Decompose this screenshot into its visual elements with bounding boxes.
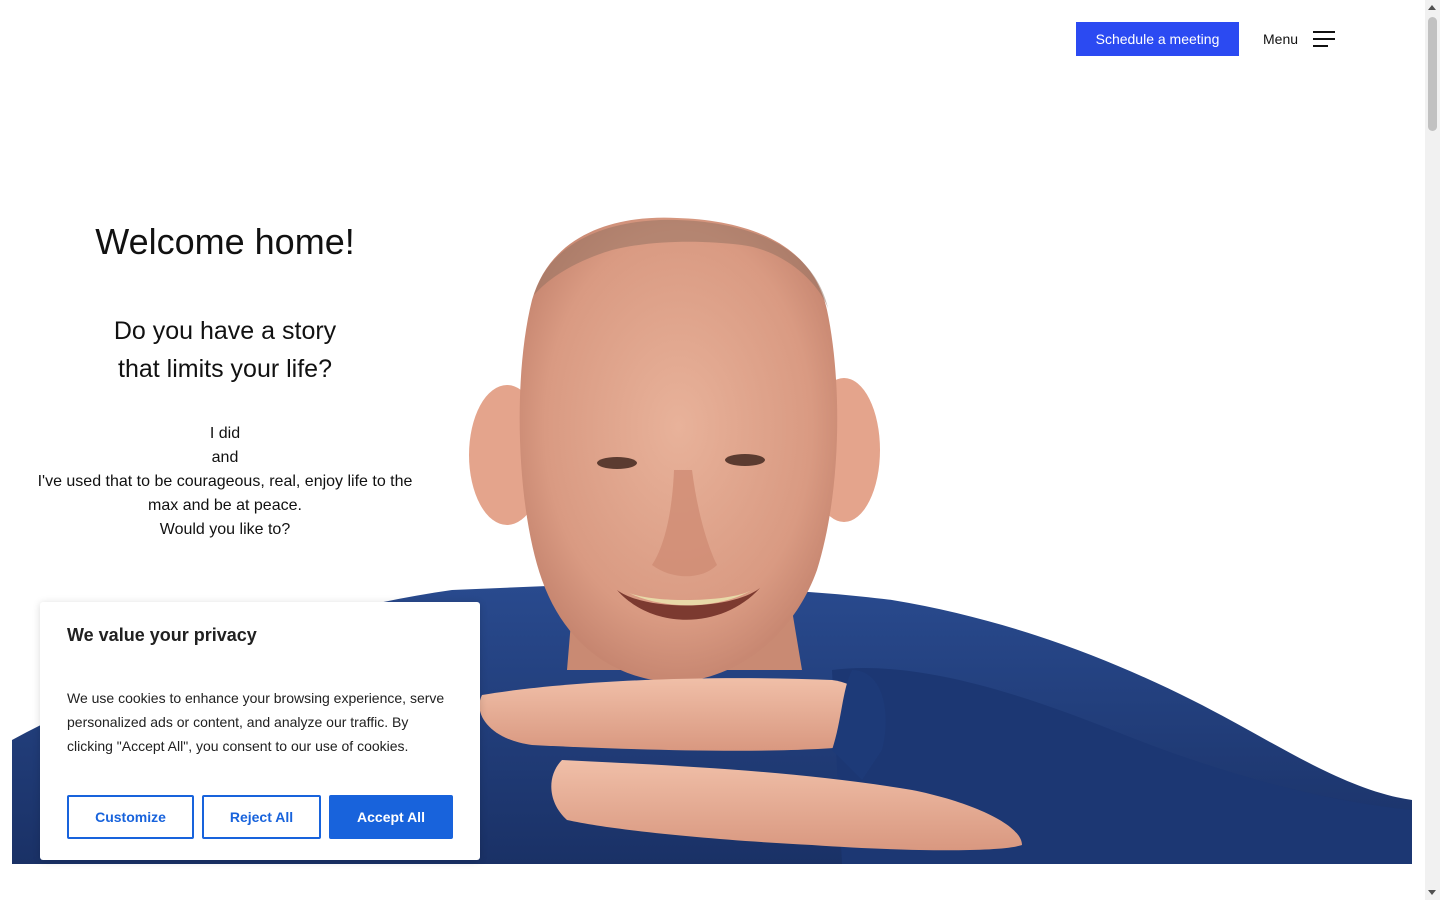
hero-subtitle-line: that limits your life? [118,355,332,383]
cookie-actions: Customize Reject All Accept All [67,795,453,839]
hero-text: Welcome home! Do you have a story that l… [30,218,420,542]
cookie-consent-banner: We value your privacy We use cookies to … [40,602,480,860]
hero-body-line: I've used that to be courageous, real, e… [37,473,413,514]
menu-button[interactable]: Menu [1263,22,1336,56]
hero-subtitle: Do you have a story that limits your lif… [30,312,420,388]
scroll-thumb[interactable] [1428,17,1437,131]
site-header: Schedule a meeting Menu [0,0,1425,80]
scroll-down-arrow-icon[interactable] [1428,890,1436,895]
hamburger-icon [1313,31,1336,47]
hero-body: I did and I've used that to be courageou… [30,422,420,542]
hero-title: Welcome home! [95,221,355,262]
scroll-up-arrow-icon[interactable] [1428,5,1436,10]
hero-body-line: Would you like to? [159,521,291,538]
hero-body-line: and [211,449,239,466]
cookie-title: We value your privacy [67,625,257,645]
reject-all-button[interactable]: Reject All [202,795,321,839]
page-scrollbar[interactable] [1425,0,1440,900]
page: Schedule a meeting Menu Welcome home! Do… [0,0,1440,900]
accept-all-button[interactable]: Accept All [329,795,453,839]
hero-body-line: I did [209,425,241,442]
cookie-description: We use cookies to enhance your browsing … [67,690,445,754]
customize-button[interactable]: Customize [67,795,194,839]
schedule-meeting-button[interactable]: Schedule a meeting [1076,22,1239,56]
menu-label: Menu [1263,31,1299,47]
hero-subtitle-line: Do you have a story [113,317,337,345]
